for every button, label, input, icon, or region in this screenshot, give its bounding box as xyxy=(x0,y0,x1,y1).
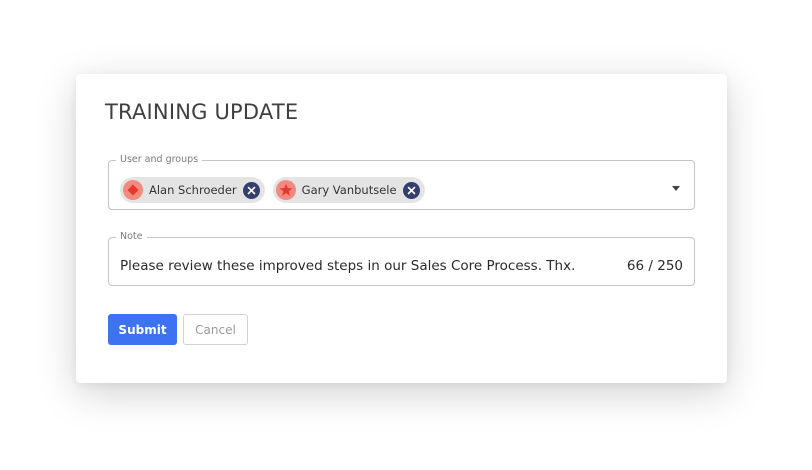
selected-users-chips: Alan Schroeder Gary Vanbutsele xyxy=(120,177,425,203)
note-field[interactable]: Note Please review these improved steps … xyxy=(108,232,695,286)
user-chip-gary-vanbutsele[interactable]: Gary Vanbutsele xyxy=(272,177,425,203)
chip-label: Gary Vanbutsele xyxy=(301,183,397,197)
submit-button[interactable]: Submit xyxy=(108,314,177,345)
remove-chip-icon[interactable] xyxy=(242,181,260,199)
remove-chip-icon[interactable] xyxy=(402,181,420,199)
dialog-title: TRAINING UPDATE xyxy=(105,100,299,124)
users-and-groups-field[interactable]: User and groups Alan Schroeder Gary Vanb… xyxy=(108,155,695,210)
training-update-dialog: TRAINING UPDATE User and groups Alan Sch… xyxy=(76,74,727,383)
diamond-icon xyxy=(123,180,143,200)
note-input-value[interactable]: Please review these improved steps in ou… xyxy=(120,258,575,274)
user-chip-alan-schroeder[interactable]: Alan Schroeder xyxy=(120,177,265,203)
character-counter: 66 / 250 xyxy=(626,258,683,274)
note-label: Note xyxy=(120,231,143,242)
chip-label: Alan Schroeder xyxy=(149,183,237,197)
users-and-groups-label: User and groups xyxy=(120,154,199,165)
chevron-down-icon[interactable] xyxy=(672,186,680,191)
cancel-button[interactable]: Cancel xyxy=(183,314,248,345)
star-icon xyxy=(275,180,296,200)
